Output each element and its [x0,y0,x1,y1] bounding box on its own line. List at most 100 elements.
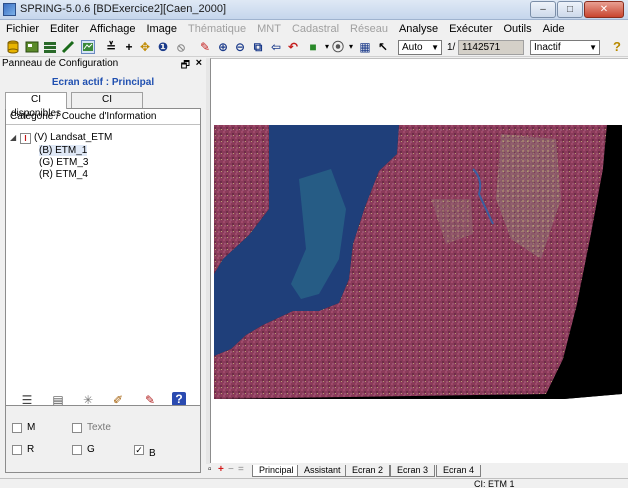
pencil-icon[interactable]: ✎ [198,40,212,54]
status-bar: CI: ETM 1 [0,478,628,488]
grid-icon[interactable]: ▦ [358,40,372,54]
vector-layer-icon: I [20,133,31,144]
toolbar: ≚ + ✥ ❶ ⦸ ✎ ⊕ ⊖ ⧉ ⇦ ↶ ■ ▾ ⦿ ▾ ▦ ↖ Auto ▼… [0,38,628,57]
close-button[interactable]: ✕ [584,1,624,18]
chevron-down-icon: ▼ [431,43,439,52]
zoom-out-icon[interactable]: ⊖ [233,40,247,54]
vertical-line-icon[interactable]: ≚ [104,40,118,54]
tree-item-etm1[interactable]: (B) ETM_1 [39,145,88,157]
tab-ecran-2[interactable]: Ecran 2 [345,465,391,477]
status-text: CI: ETM 1 [474,479,515,488]
tab-ci-disponibles[interactable]: CI disponibles [5,92,67,119]
menu-bar: Fichier Editer Affichage Image Thématiqu… [0,20,628,38]
scale-mode-select[interactable]: Auto ▼ [398,40,442,55]
window-title: SPRING-5.0.6 [BDExercice2][Caen_2000] [20,3,227,15]
map-canvas[interactable] [210,58,628,463]
add-screen-icon[interactable]: + [218,464,224,475]
checkbox-label: M [27,422,36,433]
tab-assistant[interactable]: Assistant [297,465,348,477]
chevron-down-icon: ▼ [589,43,597,52]
project-icon[interactable] [25,40,39,54]
band-checkboxes: M Texte R G ✓ B [5,405,201,473]
tree-item-label: (R) ETM_4 [39,169,88,180]
help-icon[interactable]: ? [172,392,186,406]
tree-item-label: (B) ETM_1 [39,145,88,156]
pin-icon[interactable]: 🗗 [181,58,190,75]
remove-screen-icon[interactable]: − [228,464,234,475]
tab-ecran-3[interactable]: Ecran 3 [390,465,436,477]
panel-title: Panneau de Configuration [2,58,119,69]
panel-close-icon[interactable]: × [196,57,202,69]
layers-icon[interactable] [43,40,57,54]
menu-fichier[interactable]: Fichier [6,23,39,35]
checkbox-b[interactable]: ✓ B [134,444,156,459]
checkbox-label: R [27,444,35,455]
maximize-button[interactable]: □ [557,1,583,18]
menu-thematique[interactable]: Thématique [188,23,246,35]
scale-prefix: 1/ [447,42,456,53]
display-mode-icon[interactable] [81,40,95,54]
tree-root-item[interactable]: ◢ I (V) Landsat_ETM [10,132,112,144]
undo-icon[interactable]: ↶ [286,40,300,54]
tab-principal[interactable]: Principal [252,465,301,477]
green-layers-icon[interactable]: ■ [306,40,320,54]
tab-ci-selectionnees[interactable]: CI sélectionnées [71,92,143,119]
menu-reseau[interactable]: Réseau [350,23,388,35]
checkbox-m[interactable]: M [12,422,35,433]
checkbox-label: B [149,448,156,459]
scale-input[interactable]: 1142571 [458,40,524,55]
checkbox-box[interactable] [12,444,22,455]
help-icon[interactable]: ? [610,40,624,54]
app-icon [3,3,16,16]
panel-header: Panneau de Configuration 🗗 × [0,57,206,75]
checkbox-box[interactable] [72,444,82,455]
checkbox-label: G [87,444,95,455]
database-icon[interactable] [6,40,20,54]
equal-icon[interactable]: = [238,464,244,475]
menu-mnt[interactable]: MNT [257,23,281,35]
zoom-window-icon[interactable]: ⧉ [251,40,265,54]
move-icon[interactable]: ✥ [138,40,152,54]
zoom-in-icon[interactable]: ⊕ [216,40,230,54]
menu-outils[interactable]: Outils [504,23,532,35]
checkbox-texte[interactable]: Texte [72,422,111,433]
menu-aide[interactable]: Aide [543,23,565,35]
cursor-query-icon[interactable]: ↖ [376,40,390,54]
tree-item-label: (G) ETM_3 [39,157,89,168]
zoom-dropdown-icon[interactable]: ▾ [344,40,358,54]
menu-executer[interactable]: Exécuter [449,23,492,35]
layer-tree: Catégorie / Couche d'Information ◢ I (V) L… [5,108,201,433]
checkbox-label: Texte [87,422,111,433]
checkbox-g[interactable]: G [72,444,95,455]
menu-image[interactable]: Image [146,23,177,35]
checkbox-box[interactable] [72,422,82,433]
menu-editer[interactable]: Editer [50,23,79,35]
checkbox-box[interactable] [12,422,22,433]
state-value: Inactif [534,42,561,53]
menu-cadastral[interactable]: Cadastral [292,23,339,35]
tab-ecran-4[interactable]: Ecran 4 [436,465,482,477]
menu-affichage[interactable]: Affichage [90,23,136,35]
pointer-icon[interactable]: ⦸ [174,40,188,54]
expand-triangle-icon[interactable]: ◢ [10,132,18,144]
cursor-plus-icon[interactable]: + [122,40,136,54]
title-bar: SPRING-5.0.6 [BDExercice2][Caen_2000] – … [0,0,628,20]
screen-tabs: ▫ + − = Principal Assistant Ecran 2 Ecra… [206,464,628,478]
menu-analyse[interactable]: Analyse [399,23,438,35]
tree-item-etm3[interactable]: (G) ETM_3 [39,157,88,169]
tree-item-etm4[interactable]: (R) ETM_4 [39,169,88,181]
active-screen-label: Ecran actif : Principal [51,77,155,88]
window-list-icon[interactable]: ▫ [208,464,212,475]
satellite-image [214,119,622,399]
previous-view-icon[interactable]: ⇦ [269,40,283,54]
info-icon[interactable]: ❶ [156,40,170,54]
draw-line-icon[interactable] [61,40,75,54]
tree-root-label: (V) Landsat_ETM [34,132,113,143]
checkbox-r[interactable]: R [12,444,34,455]
checkbox-box-checked[interactable]: ✓ [134,444,144,455]
configuration-panel: Panneau de Configuration 🗗 × Ecran actif… [0,57,206,473]
minimize-button[interactable]: – [530,1,556,18]
zoom-options-icon[interactable]: ⦿ [331,40,345,54]
scale-mode-value: Auto [402,42,423,53]
state-select[interactable]: Inactif ▼ [530,40,600,55]
